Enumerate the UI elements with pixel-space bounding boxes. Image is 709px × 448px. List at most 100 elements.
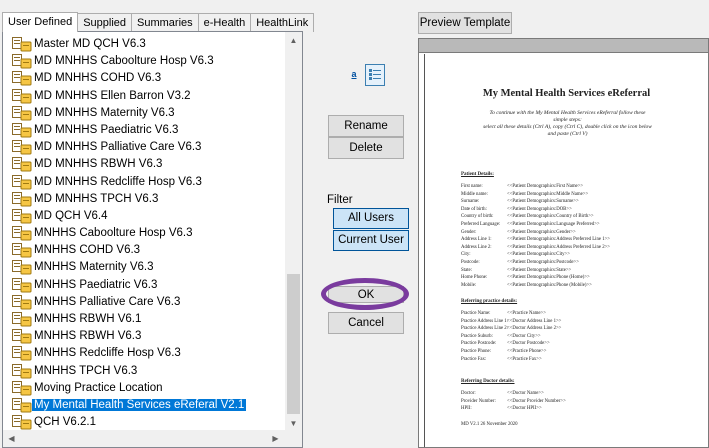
preview-field: Practice Postcode: <<Doctor Postcode>> <box>461 341 550 346</box>
list-item-label: MD MNHHS Palliative Care V6.3 <box>34 141 202 154</box>
preview-template-button[interactable]: Preview Template <box>418 12 512 34</box>
template-document-icon <box>12 312 32 327</box>
list-item[interactable]: MNHHS Caboolture Hosp V6.3 <box>3 225 286 242</box>
preview-field-label: State: <box>461 267 472 273</box>
template-tabs: User Defined Supplied Summaries e-Health… <box>2 12 315 32</box>
preview-field-label: Surname: <box>461 199 480 205</box>
list-item[interactable]: Master MD QCH V6.3 <box>3 36 286 53</box>
preview-field-label: Practice Postcode: <box>461 341 497 347</box>
preview-document-title: My Mental Health Services eReferral <box>482 88 651 99</box>
list-item-label: MD MNHHS COHD V6.3 <box>34 72 162 85</box>
list-item[interactable]: Moving Practice Location <box>3 380 286 397</box>
list-item-label: MD MNHHS TPCH V6.3 <box>34 192 159 205</box>
preview-field: Practice Address Line 2:<<Doctor Address… <box>461 326 561 331</box>
template-document-icon <box>12 208 32 224</box>
preview-field-value: <<Patient Demographics:First Name>> <box>507 184 584 189</box>
preview-field: Provider Number: <<Doctor Provider Number… <box>461 399 566 404</box>
delete-button[interactable]: Delete <box>328 137 404 159</box>
preview-ruler <box>419 39 708 53</box>
list-item-label: My Mental Health Services eReferal V2.1 <box>32 398 247 411</box>
current-user-toggle[interactable]: Current User <box>333 230 409 251</box>
list-item-label: Moving Practice Location <box>34 381 163 394</box>
list-item[interactable]: MNHHS Maternity V6.3 <box>3 259 286 276</box>
tab-healthlink[interactable]: HealthLink <box>250 13 315 32</box>
template-document-icon <box>12 243 32 258</box>
list-item-label: MD MNHHS Paediatric V6.3 <box>34 123 179 136</box>
preview-field: Postcode: <<Patient Demographics:Postcode… <box>461 260 579 265</box>
preview-field-label: Postcode: <box>461 260 480 265</box>
preview-field: State: <<Patient Demographics:State>> <box>461 268 571 273</box>
scroll-left-icon[interactable]: ◀ <box>3 430 20 447</box>
preview-field-label: Provider Number: <box>461 398 496 404</box>
intro-line: simple steps: <box>553 117 582 123</box>
list-item[interactable]: MNHHS RBWH V6.3 <box>3 328 286 345</box>
list-item[interactable]: MD MNHHS Caboolture Hosp V6.3 <box>3 53 286 70</box>
list-item[interactable]: MD MNHHS COHD V6.3 <box>3 70 286 87</box>
list-item-label: MNHHS Caboolture Hosp V6.3 <box>34 227 193 240</box>
template-list[interactable]: Master MD QCH V6.3 MD MNHHS Caboolture Ho… <box>2 31 303 448</box>
preview-field-value: <<Doctor City>> <box>507 333 541 339</box>
template-document-icon <box>12 397 32 413</box>
tab-user-defined[interactable]: User Defined <box>2 12 79 32</box>
scroll-up-icon[interactable]: ▲ <box>285 32 302 49</box>
tab-e-health[interactable]: e-Health <box>197 13 252 32</box>
list-item-label: MD MNHHS Maternity V6.3 <box>34 106 175 119</box>
preview-field-value: <<Doctor Address Line 2>> <box>507 326 562 332</box>
rename-button[interactable]: Rename <box>328 115 404 137</box>
preview-field-label: City: <box>461 252 471 258</box>
list-view-button[interactable] <box>365 64 385 86</box>
list-item-label: MNHHS Palliative Care V6.3 <box>34 295 181 308</box>
preview-field-label: Address Line 2: <box>461 244 492 250</box>
patient-details-heading: Patient Details: <box>461 172 494 177</box>
preview-document-intro: To continue with the My Mental Health Se… <box>435 110 700 138</box>
list-item[interactable]: MD MNHHS TPCH V6.3 <box>3 191 286 208</box>
list-item-label: MD MNHHS Ellen Barron V3.2 <box>34 89 191 102</box>
preview-field: Address Line 2: <<Patient Demographics:Ad… <box>461 245 610 250</box>
template-preview-panel: My Mental Health Services eReferral To c… <box>418 38 709 448</box>
sort-alpha-button[interactable]: a <box>344 64 364 86</box>
list-item[interactable]: MNHHS TPCH V6.3 <box>3 363 286 380</box>
list-item[interactable]: MD QCH V6.4 <box>3 208 286 225</box>
list-view-icon <box>369 69 381 80</box>
list-item[interactable]: MD MNHHS RBWH V6.3 <box>3 156 286 173</box>
list-item[interactable]: MD MNHHS Ellen Barron V3.2 <box>3 88 286 105</box>
list-item-label: MNHHS RBWH V6.1 <box>34 313 142 325</box>
list-item[interactable]: QCH V6.2.1 <box>3 414 286 431</box>
preview-field-label: Mobile: <box>461 282 477 288</box>
preview-field-label: Country of birth: <box>461 214 494 220</box>
template-document-icon <box>12 37 32 52</box>
horizontal-scrollbar[interactable]: ◀ ▶ <box>3 430 302 447</box>
all-users-toggle[interactable]: All Users <box>333 208 409 229</box>
preview-document-footer: MD V2.1 26 November 2020 <box>461 422 518 427</box>
template-document-icon <box>12 226 32 241</box>
list-item[interactable]: MNHHS Palliative Care V6.3 <box>3 294 286 311</box>
scroll-right-icon[interactable]: ▶ <box>267 430 284 447</box>
template-document-icon <box>12 346 32 361</box>
preview-field-value: <<Practice Name>> <box>507 311 546 316</box>
list-item[interactable]: MNHHS Redcliffe Hosp V6.3 <box>3 345 286 362</box>
preview-field: Mobile: <<Patient Demographics:Phone (Mob… <box>461 283 592 288</box>
list-item-label: MNHHS Paediatric V6.3 <box>34 278 158 291</box>
list-item[interactable]: MNHHS Paediatric V6.3 <box>3 277 286 294</box>
preview-field-label: Date of birth: <box>461 206 487 212</box>
preview-field-value: <<Doctor Name>> <box>507 391 544 396</box>
tab-summaries[interactable]: Summaries <box>131 13 199 32</box>
list-item[interactable]: MNHHS COHD V6.3 <box>3 242 286 259</box>
vertical-scrollbar[interactable]: ▲ ▼ <box>285 32 302 432</box>
intro-line: To continue with the My Mental Health Se… <box>489 110 646 116</box>
cancel-button[interactable]: Cancel <box>328 312 404 334</box>
preview-field-label: Practice Fax: <box>461 356 487 362</box>
list-item[interactable]: MD MNHHS Palliative Care V6.3 <box>3 139 286 156</box>
preview-field: City: <<Patient Demographics:City>> <box>461 252 570 257</box>
scrollbar-thumb[interactable] <box>287 274 300 414</box>
list-item[interactable]: MNHHS RBWH V6.1 <box>3 311 286 328</box>
tab-supplied[interactable]: Supplied <box>77 13 133 32</box>
list-item[interactable]: MD MNHHS Redcliffe Hosp V6.3 <box>3 174 286 191</box>
list-item[interactable]: My Mental Health Services eReferal V2.1 <box>3 397 286 414</box>
preview-field-label: First name: <box>461 184 483 189</box>
intro-line: select all these details (Ctrl A), copy … <box>483 124 652 130</box>
list-item[interactable]: MD MNHHS Paediatric V6.3 <box>3 122 286 139</box>
list-item[interactable]: MD MNHHS Maternity V6.3 <box>3 105 286 122</box>
preview-field-label: Doctor: <box>461 391 476 396</box>
preview-field: Middle name: <<Patient Demographics:Middl… <box>461 192 588 197</box>
